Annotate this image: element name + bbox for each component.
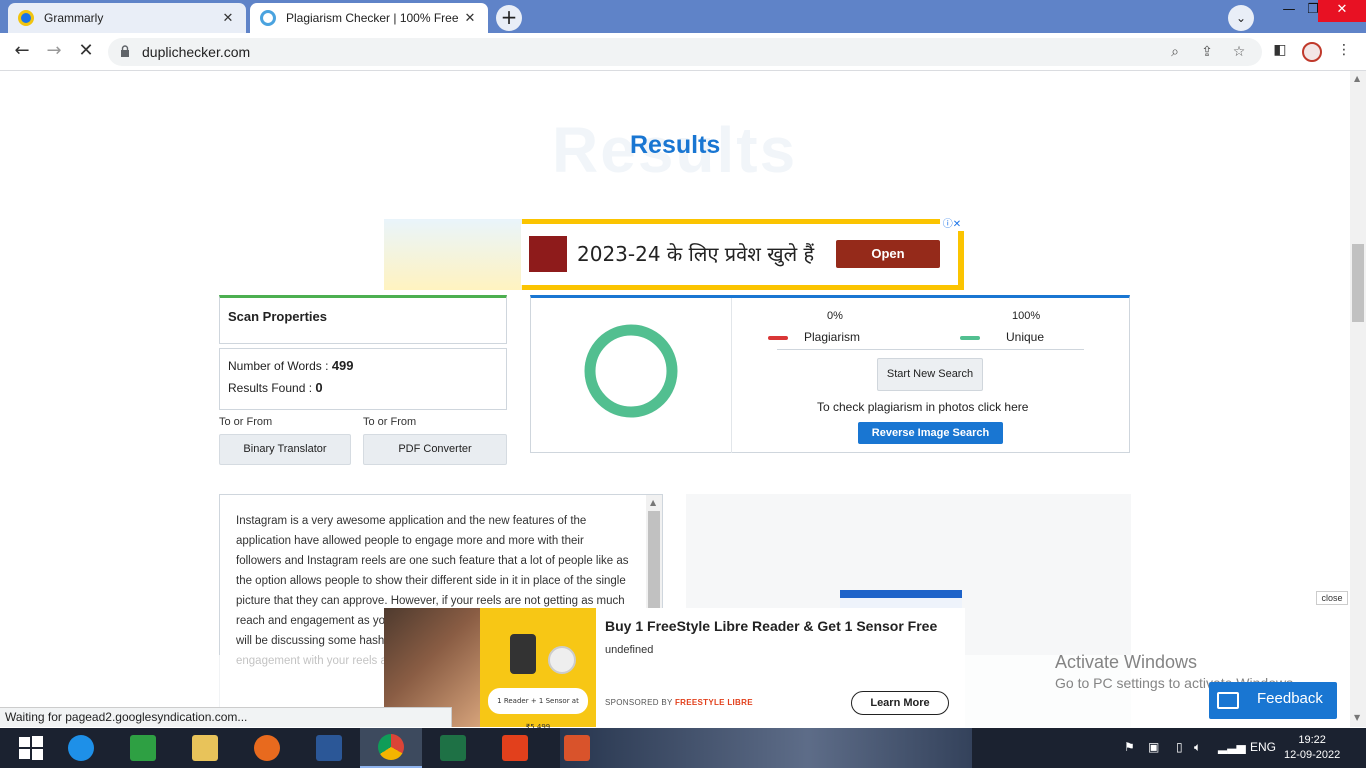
tool-caption: To or From: [219, 416, 273, 428]
tab-close-icon[interactable]: ✕: [220, 10, 236, 26]
photo-check-message: To check plagiarism in photos click here: [817, 400, 1029, 414]
learn-more-button[interactable]: Learn More: [851, 691, 949, 715]
scroll-up-icon[interactable]: ▲: [650, 498, 656, 507]
tab-plagiarism-checker[interactable]: Plagiarism Checker | 100% Free a ✕: [250, 3, 488, 33]
word-count-value: 499: [331, 358, 354, 373]
scan-stats: Number of Words : 499 Results Found : 0: [219, 348, 507, 410]
address-bar[interactable]: duplichecker.com ⌕ ⇪ ☆: [108, 38, 1262, 66]
tool-caption: To or From: [363, 416, 417, 428]
scan-properties-title: Scan Properties: [228, 309, 327, 324]
unique-percent: 100%: [1012, 310, 1041, 322]
window-close-icon[interactable]: ✕: [1318, 0, 1366, 22]
profile-avatar[interactable]: [1302, 42, 1322, 62]
ad-headline[interactable]: Buy 1 FreeStyle Libre Reader & Get 1 Sen…: [605, 618, 937, 634]
file-explorer-icon[interactable]: [174, 728, 236, 768]
language-indicator[interactable]: ENG: [1250, 740, 1276, 754]
ad-open-button[interactable]: Open: [836, 240, 940, 268]
text-scroll-thumb[interactable]: [648, 511, 660, 609]
forward-arrow-icon[interactable]: →: [43, 41, 65, 63]
page-scrollbar[interactable]: ▲ ▼: [1350, 71, 1366, 727]
grammarly-favicon-icon: [18, 10, 34, 26]
page-scroll-thumb[interactable]: [1352, 244, 1364, 322]
result-panel: 0% Plagiarism 100% Unique Start New Sear…: [530, 295, 1130, 453]
pdf-converter-button[interactable]: PDF Converter: [363, 434, 507, 465]
share-icon[interactable]: ⇪: [1198, 44, 1216, 62]
ad-logo-icon: [529, 236, 567, 272]
network-adapter-icon[interactable]: ▣: [1148, 740, 1159, 754]
bookmark-star-icon[interactable]: ☆: [1230, 44, 1248, 62]
wifi-signal-icon[interactable]: ▂▃▅: [1218, 740, 1246, 754]
bottom-sticky-ad[interactable]: 1 Reader + 1 Sensor at ₹5,499 Buy 1 Free…: [384, 608, 965, 731]
start-new-search-button[interactable]: Start New Search: [877, 358, 983, 391]
donut-unique-arc: [584, 324, 678, 418]
tab-label: Grammarly: [44, 11, 104, 25]
tab-grammarly[interactable]: Grammarly ✕: [8, 3, 246, 33]
plagiarism-percent: 0%: [827, 310, 843, 322]
windows-logo-icon: [19, 736, 43, 760]
menu-kebab-icon[interactable]: ⋮: [1334, 42, 1354, 62]
sensor-icon: [548, 646, 576, 674]
store-icon[interactable]: [112, 728, 174, 768]
reader-device-icon: [510, 634, 536, 674]
browser-toolbar: ← → ✕ duplichecker.com ⌕ ⇪ ☆ ◧ ⋮: [0, 33, 1366, 71]
ad-subtitle: undefined: [605, 644, 654, 656]
stop-loading-icon[interactable]: ✕: [75, 41, 97, 63]
ad-text: 2023-24 के लिए प्रवेश खुले हैं: [577, 242, 815, 266]
pdf-app-icon[interactable]: [546, 728, 608, 768]
tab-search-chevron-icon[interactable]: ⌄: [1228, 5, 1254, 31]
unique-legend-swatch: [960, 336, 980, 340]
scan-properties-header: Scan Properties: [219, 295, 507, 344]
zoom-search-icon[interactable]: ⌕: [1166, 44, 1184, 62]
ad-promo-panel: 1 Reader + 1 Sensor at ₹5,499: [480, 608, 596, 731]
unique-label: Unique: [1006, 330, 1045, 344]
word-count: Number of Words : 499: [228, 358, 354, 373]
browser-status-bar: Waiting for pagead2.googlesyndication.co…: [0, 707, 452, 727]
binary-translator-button[interactable]: Binary Translator: [219, 434, 351, 465]
plagiarism-donut-chart: [584, 324, 678, 418]
system-clock[interactable]: 19:22 12-09-2022: [1284, 733, 1340, 763]
ad-promo-deal: 1 Reader + 1 Sensor at ₹5,499: [488, 688, 588, 731]
word-icon[interactable]: [298, 728, 360, 768]
results-found-value: 0: [315, 380, 323, 395]
reverse-image-search-button[interactable]: Reverse Image Search: [858, 422, 1003, 444]
feedback-button[interactable]: Feedback: [1209, 682, 1337, 719]
chrome-icon[interactable]: [360, 728, 422, 768]
scroll-down-icon[interactable]: ▼: [1354, 713, 1360, 722]
ad-illustration: [384, 219, 522, 290]
windows-taskbar: ⚑ ▣ ▯ 🔈︎ ▂▃▅ ENG 19:22 12-09-2022: [0, 728, 1366, 768]
side-panel-icon[interactable]: ◧: [1270, 42, 1290, 62]
screen-recorder-icon[interactable]: [484, 728, 546, 768]
ad-sponsor-name: FREESTYLE LIBRE: [675, 698, 753, 707]
duplichecker-favicon-icon: [260, 10, 276, 26]
ad-choices-icon[interactable]: ⓘ✕: [940, 219, 964, 231]
firefox-icon[interactable]: [236, 728, 298, 768]
flag-icon[interactable]: ⚑: [1124, 740, 1135, 754]
plagiarism-label: Plagiarism: [804, 330, 861, 344]
internet-explorer-icon[interactable]: [50, 728, 112, 768]
tab-close-icon[interactable]: ✕: [462, 10, 478, 26]
feedback-icon: [1217, 692, 1239, 709]
plagiarism-legend-swatch: [768, 336, 788, 340]
results-title: Results: [630, 131, 721, 159]
ad-sponsor: SPONSORED BY FREESTYLE LIBRE: [605, 698, 753, 707]
lock-icon: [121, 45, 129, 57]
close-ad-button[interactable]: close: [1316, 591, 1348, 605]
url-text[interactable]: duplichecker.com: [142, 44, 250, 60]
back-arrow-icon[interactable]: ←: [11, 41, 33, 63]
tab-label: Plagiarism Checker | 100% Free a: [286, 11, 462, 25]
top-ad-banner[interactable]: 2023-24 के लिए प्रवेश खुले हैं Open ⓘ✕: [384, 219, 964, 290]
excel-icon[interactable]: [422, 728, 484, 768]
scroll-up-icon[interactable]: ▲: [1354, 74, 1360, 83]
battery-icon[interactable]: ▯: [1176, 740, 1183, 754]
new-tab-button[interactable]: +: [496, 5, 522, 31]
browser-tab-strip: Grammarly ✕ Plagiarism Checker | 100% Fr…: [0, 0, 1366, 33]
volume-icon[interactable]: 🔈︎: [1194, 740, 1201, 755]
results-found: Results Found : 0: [228, 380, 323, 395]
